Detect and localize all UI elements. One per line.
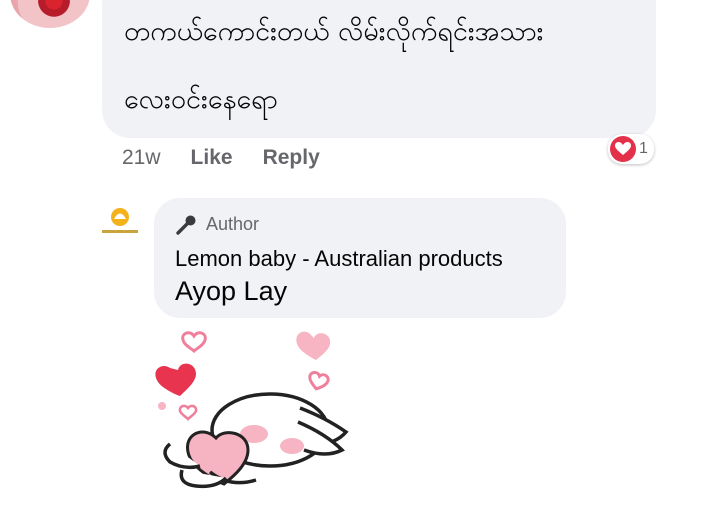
reply-text: Ayop Lay: [175, 276, 288, 306]
comment-text-line-2: လေးဝင်းနေရော: [124, 84, 278, 115]
comment-timestamp[interactable]: 21w: [122, 146, 161, 170]
author-badge: Author: [176, 214, 259, 235]
comment-text-line-1: တကယ်ကောင်းတယ် လိမ်းလိုက်ရင်းအသား: [124, 16, 544, 47]
page-avatar[interactable]: [98, 204, 142, 240]
like-button[interactable]: Like: [191, 146, 233, 170]
author-badge-label: Author: [206, 214, 260, 234]
heart-icon: [610, 136, 636, 162]
reaction-summary[interactable]: 1: [608, 134, 654, 164]
reply-button[interactable]: Reply: [263, 146, 320, 170]
bunny-heart-sticker[interactable]: [150, 322, 360, 502]
microphone-icon: [176, 215, 196, 235]
commenter-avatar[interactable]: [10, 0, 90, 28]
reply-author-name[interactable]: Lemon baby - Australian products: [175, 246, 503, 272]
reaction-count: 1: [639, 140, 648, 157]
comment-meta: 21w Like Reply: [122, 146, 320, 170]
